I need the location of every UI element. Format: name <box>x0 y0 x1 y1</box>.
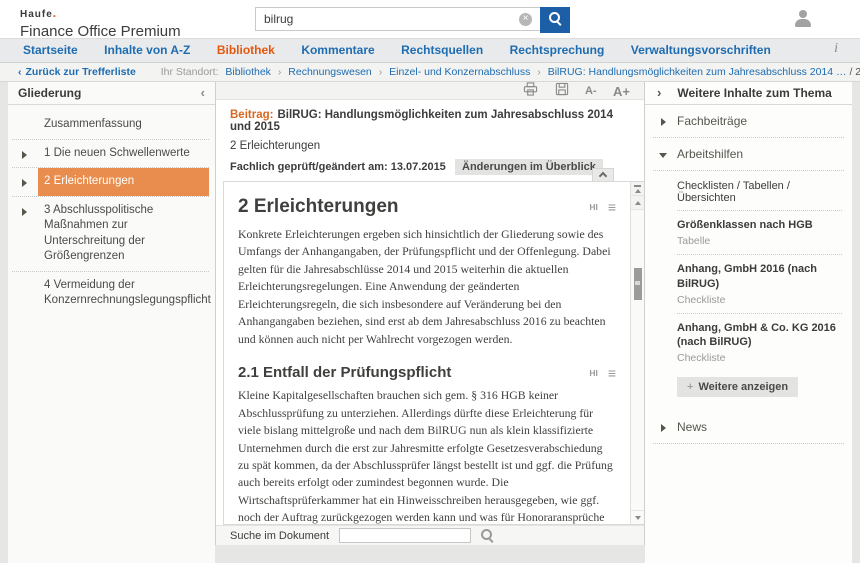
outline-item-4[interactable]: 4 Vermeidung der Konzernrechnungslegungs… <box>12 272 211 315</box>
section-menu-icon[interactable]: ≡ <box>608 366 616 380</box>
top-header: Haufe. Finance Office Premium × <box>0 0 860 40</box>
reviewed-date-label: Fachlich geprüft/geändert am: 13.07.2015 <box>230 161 446 173</box>
related-item-groessenklassen[interactable]: Größenklassen nach HGB Tabelle <box>677 210 842 254</box>
clear-search-icon[interactable]: × <box>519 13 532 26</box>
chevron-right-icon[interactable] <box>22 150 27 159</box>
changes-overview-button[interactable]: Änderungen im Überblick <box>455 159 603 175</box>
highlight-icon[interactable]: HI <box>589 368 598 378</box>
chevron-right-icon <box>661 118 666 126</box>
outline-sidebar: Gliederung ‹ Zusammenfassung 1 Die neuen… <box>8 82 215 563</box>
crumb-bibliothek[interactable]: Bibliothek <box>225 66 271 78</box>
outline-item-2-active[interactable]: 2 Erleichterungen <box>12 168 209 197</box>
tab-rechtsquellen[interactable]: Rechtsquellen <box>390 39 494 62</box>
font-increase-button[interactable]: A+ <box>613 83 630 100</box>
section-heading-2-1: 2.1 Entfall der Prüfungspflicht HI ≡ <box>238 364 616 382</box>
section-menu-icon[interactable]: ≡ <box>608 200 616 214</box>
tab-verwaltungsvorschriften[interactable]: Verwaltungsvorschriften <box>620 39 782 62</box>
document-search-icon[interactable] <box>481 529 494 542</box>
related-group-arbeitshilfen[interactable]: Arbeitshilfen <box>653 138 844 171</box>
logo-word: Haufe <box>20 9 53 20</box>
plus-icon: + <box>687 381 694 394</box>
crumb-current-section: / 2 Erleichterungen <box>849 66 860 78</box>
crumb-bilrug-document[interactable]: BilRUG: Handlungsmöglichkeiten zum Jahre… <box>548 66 847 78</box>
app-window: Haufe. Finance Office Premium × Startsei… <box>0 0 860 563</box>
scroll-down-icon[interactable] <box>631 510 644 524</box>
global-search: × <box>255 7 570 33</box>
chevron-right-icon <box>661 424 666 433</box>
scroll-to-top-icon[interactable] <box>631 182 644 196</box>
expand-panel-icon[interactable]: › <box>657 82 661 104</box>
crumb-separator-icon: › <box>537 66 541 78</box>
user-icon[interactable] <box>794 10 812 27</box>
chevron-right-icon[interactable] <box>22 179 27 188</box>
main-nav: Startseite Inhalte von A-Z Bibliothek Ko… <box>0 38 860 80</box>
search-button[interactable] <box>540 7 570 33</box>
paragraph: Konkrete Erleichterungen ergeben sich hi… <box>238 227 611 346</box>
tab-inhalte-a-z[interactable]: Inhalte von A-Z <box>93 39 201 62</box>
haufe-logo: Haufe. Finance Office Premium <box>20 4 181 40</box>
document-search-label: Suche im Dokument <box>230 529 330 542</box>
chevron-down-icon <box>659 153 667 158</box>
crumb-separator-icon: › <box>277 66 282 78</box>
print-icon[interactable] <box>523 82 538 101</box>
search-icon <box>548 12 562 25</box>
related-item-anhang-gmbh[interactable]: Anhang, GmbH 2016 (nach BilRUG) Checklis… <box>677 253 842 313</box>
chevron-right-icon[interactable] <box>22 207 27 216</box>
outline-item-3[interactable]: 3 Abschlusspolitische Maßnahmen zur Unte… <box>12 197 209 272</box>
related-title: Weitere Inhalte zum Thema <box>677 86 832 100</box>
document-subtitle: 2 Erleichterungen <box>230 140 321 152</box>
scroll-up-icon[interactable] <box>631 196 644 210</box>
show-more-button[interactable]: + Weitere anzeigen <box>677 377 799 398</box>
crumb-einzel-konzernabschluss[interactable]: Einzel- und Konzernabschluss <box>389 66 530 78</box>
related-header: › Weitere Inhalte zum Thema <box>645 82 852 105</box>
related-group-fachbeitraege[interactable]: Fachbeiträge <box>653 105 844 138</box>
tab-startseite[interactable]: Startseite <box>12 39 89 62</box>
related-item-type: Checkliste <box>677 352 726 365</box>
beitrag-label: Beitrag: <box>230 109 274 121</box>
outline-item-zusammenfassung[interactable]: Zusammenfassung <box>12 111 209 140</box>
back-to-results-link[interactable]: ‹ Zurück zur Trefferliste <box>18 66 136 78</box>
crumb-rechnungswesen[interactable]: Rechnungswesen <box>288 66 371 78</box>
highlight-icon[interactable]: HI <box>589 202 598 212</box>
related-item-anhang-gmbh-co-kg[interactable]: Anhang, GmbH & Co. KG 2016 (nach BilRUG)… <box>677 312 842 372</box>
document-pane: A- A+ Beitrag: BilRUG: Handlungsmöglichke… <box>215 82 645 545</box>
logo-dot: . <box>52 6 57 20</box>
breadcrumb: ‹ Zurück zur Trefferliste Ihr Standort: B… <box>0 63 860 82</box>
outline-list: Zusammenfassung 1 Die neuen Schwellenwer… <box>8 105 215 315</box>
paragraph: Kleine Kapitalgesellschaften brauchen si… <box>238 388 613 524</box>
related-item-type: Checkliste <box>677 293 726 306</box>
article-scrollbar[interactable] <box>630 182 644 524</box>
related-sidebar: › Weitere Inhalte zum Thema Fachbeiträge… <box>645 82 852 563</box>
related-item-type: Tabelle <box>677 234 711 247</box>
tab-kommentare[interactable]: Kommentare <box>290 39 385 62</box>
outline-item-1[interactable]: 1 Die neuen Schwellenwerte <box>12 140 209 169</box>
info-icon[interactable]: i <box>834 41 838 57</box>
outline-header: Gliederung ‹ <box>8 82 215 105</box>
font-decrease-button[interactable]: A- <box>585 83 597 100</box>
chevron-up-icon <box>598 171 608 181</box>
article-content: 2 Erleichterungen HI ≡ Konkrete Erleicht… <box>224 182 630 524</box>
save-icon[interactable] <box>555 82 569 101</box>
tab-rechtsprechung[interactable]: Rechtsprechung <box>499 39 616 62</box>
related-subheader: Checklisten / Tabellen / Übersichten <box>677 180 790 204</box>
tab-bibliothek[interactable]: Bibliothek <box>206 39 286 62</box>
document-toolbar: A- A+ <box>216 82 644 100</box>
crumb-separator-icon: › <box>378 66 383 78</box>
scrollbar-thumb[interactable] <box>633 268 642 300</box>
document-search-bar: Suche im Dokument <box>216 525 644 545</box>
outline-title: Gliederung <box>18 86 82 100</box>
document-title: BilRUG: Handlungsmöglichkeiten zum Jahre… <box>230 109 613 133</box>
back-chevron-icon: ‹ <box>18 66 22 78</box>
related-group-news[interactable]: News <box>653 411 844 445</box>
location-label: Ihr Standort: <box>160 66 219 78</box>
collapse-sidebar-icon[interactable]: ‹ <box>201 82 205 104</box>
document-search-input[interactable] <box>339 528 472 543</box>
section-heading-2: 2 Erleichterungen HI ≡ <box>238 196 616 217</box>
document-header: Beitrag: BilRUG: Handlungsmöglichkeiten z… <box>216 100 644 198</box>
article-box: 2 Erleichterungen HI ≡ Konkrete Erleicht… <box>223 181 644 525</box>
